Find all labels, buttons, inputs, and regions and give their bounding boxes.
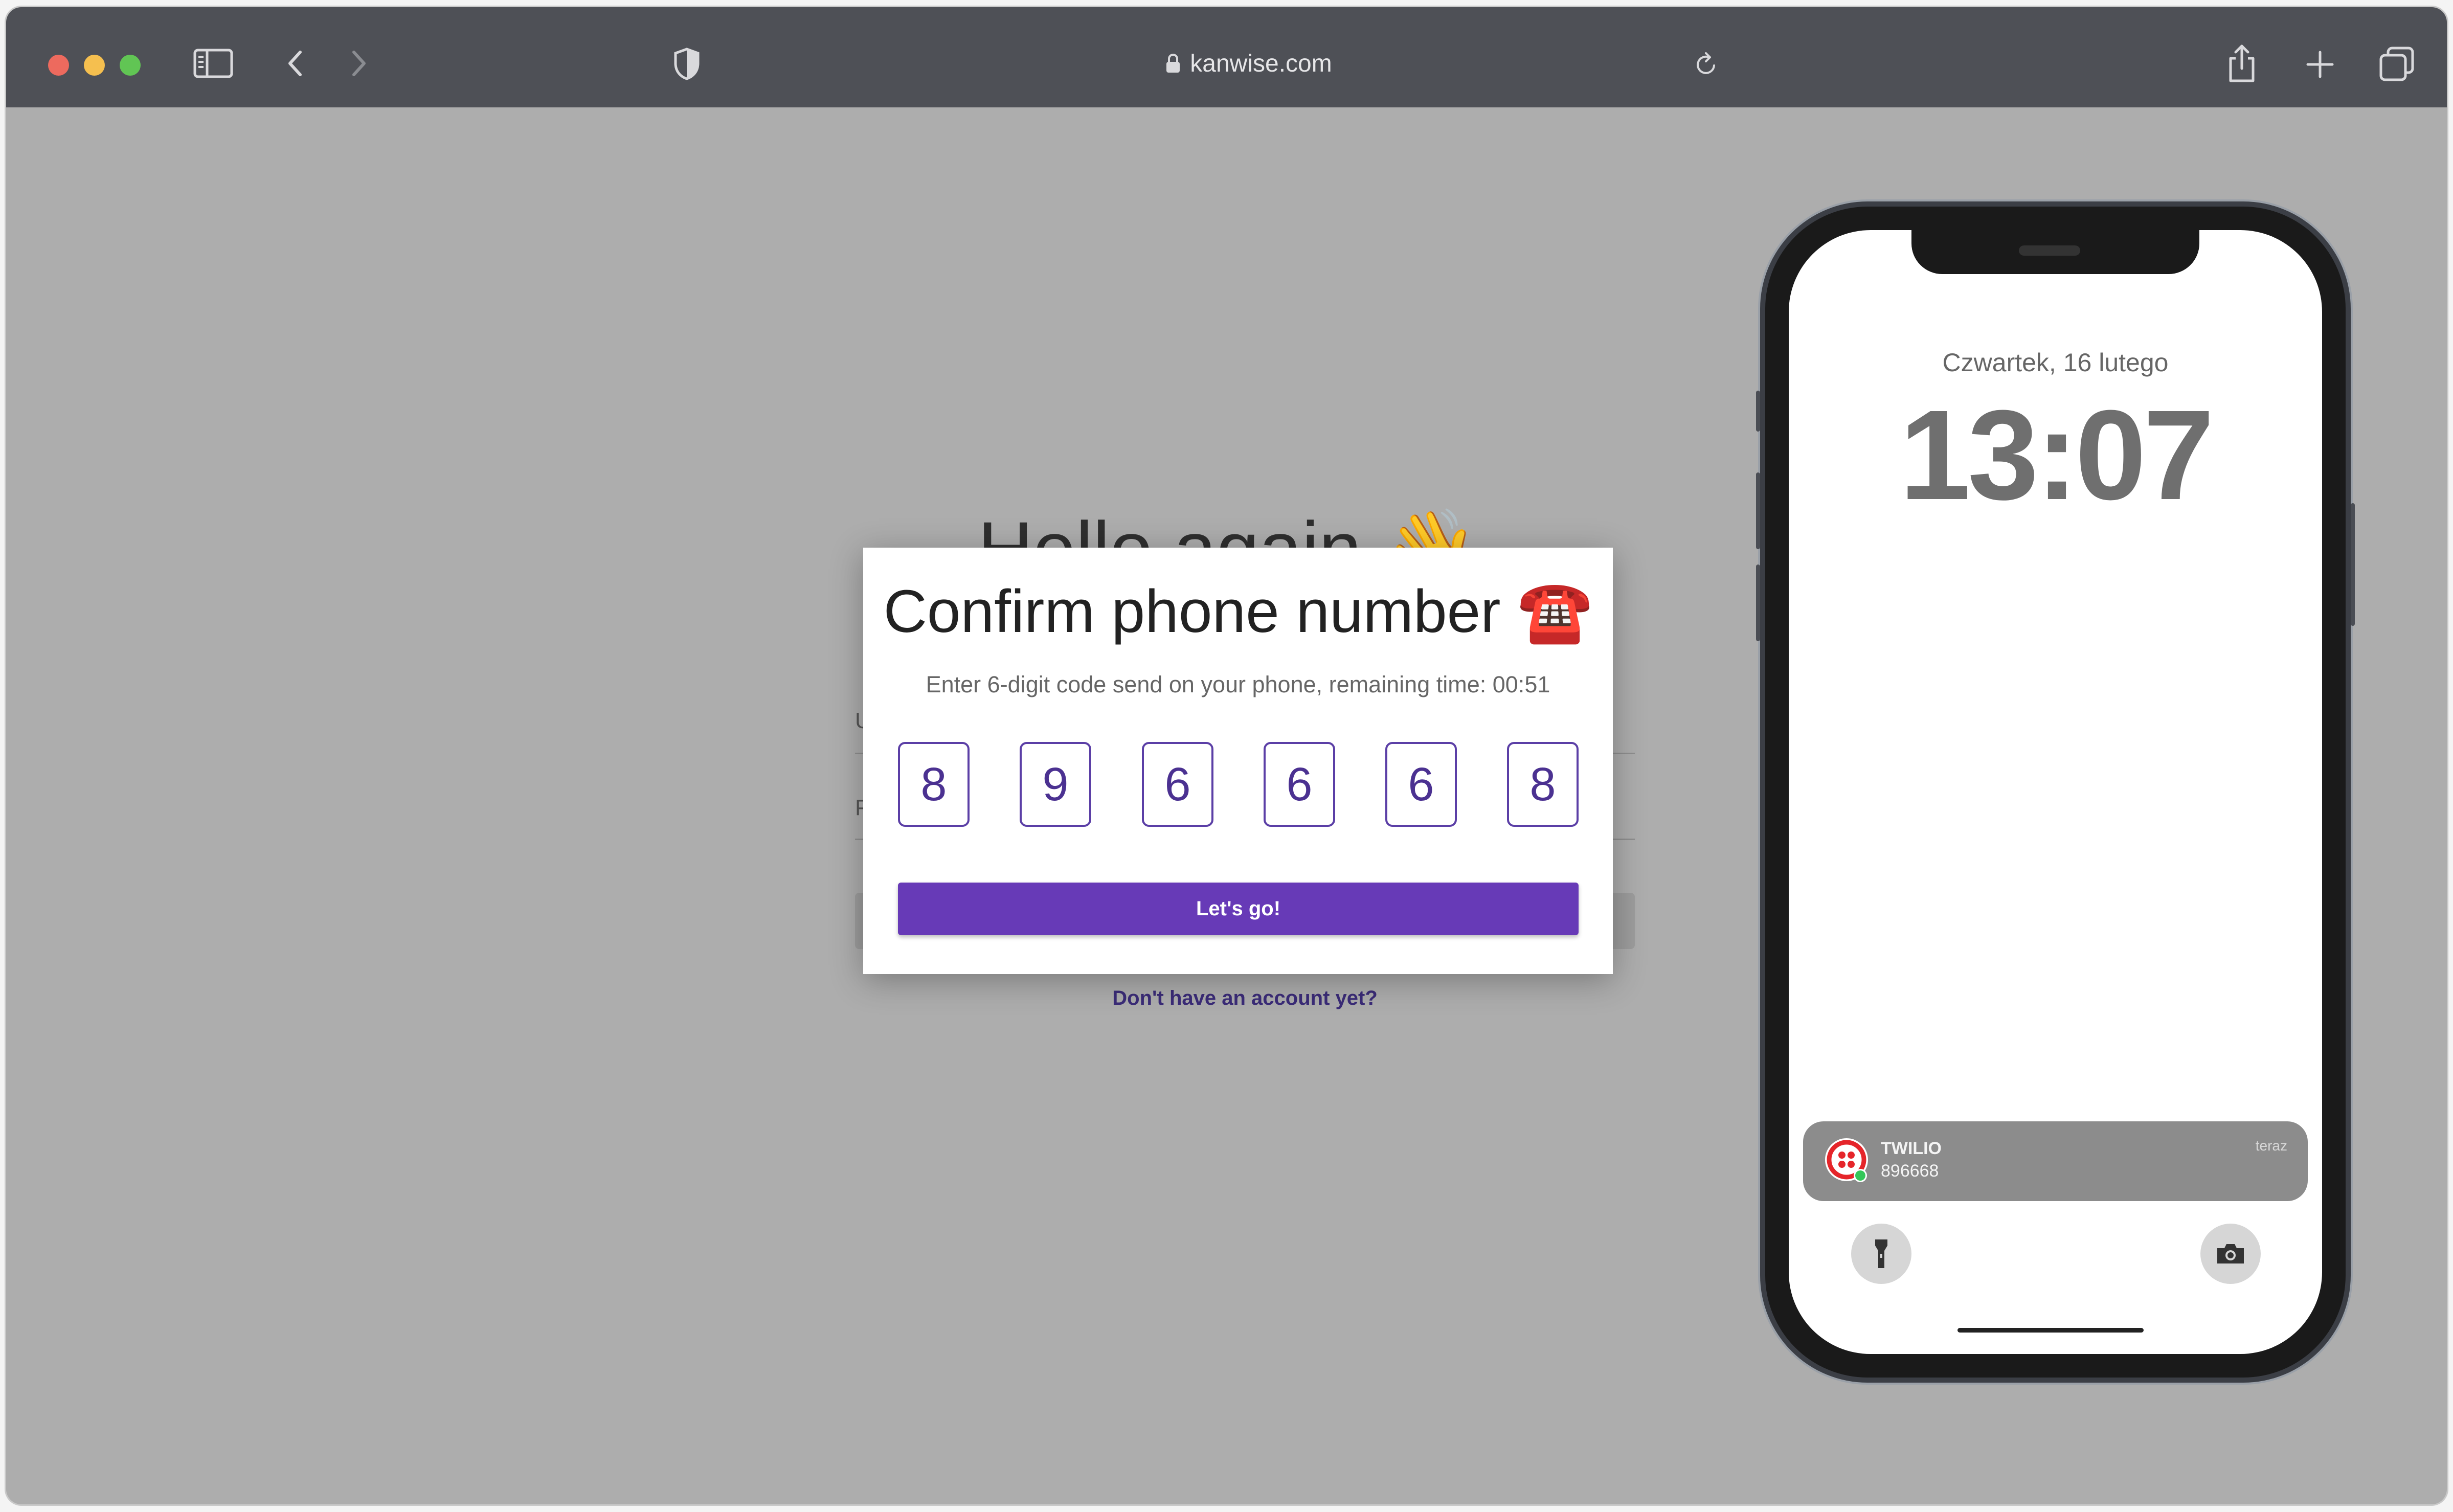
zoom-window-button[interactable] bbox=[120, 55, 141, 76]
phone-mute-switch bbox=[1756, 391, 1760, 432]
lock-screen-time: 13:07 bbox=[1899, 383, 2214, 526]
notification-time: teraz bbox=[2255, 1138, 2287, 1154]
code-digit-5[interactable]: 6 bbox=[1385, 742, 1457, 827]
submit-button[interactable]: Let's go! bbox=[898, 883, 1579, 935]
reload-icon[interactable] bbox=[1694, 50, 1719, 78]
phone-notch bbox=[1911, 230, 2199, 274]
chevron-right-icon[interactable] bbox=[349, 48, 369, 79]
flashlight-icon bbox=[1875, 1239, 1887, 1268]
lock-icon bbox=[1166, 54, 1180, 73]
code-digit-2[interactable]: 9 bbox=[1020, 742, 1091, 827]
signup-link[interactable]: Don't have an account yet? bbox=[855, 987, 1635, 1010]
url-text: kanwise.com bbox=[1190, 50, 1332, 77]
close-window-button[interactable] bbox=[48, 55, 69, 76]
tabs-overview-icon[interactable] bbox=[2379, 46, 2415, 82]
share-icon[interactable] bbox=[2225, 43, 2258, 84]
notification-message: 896668 bbox=[1881, 1161, 1939, 1181]
phone-speaker bbox=[2019, 245, 2080, 256]
modal-title: Confirm phone number ☎️ bbox=[883, 578, 1593, 645]
phone-power-button bbox=[2351, 503, 2355, 626]
address-bar[interactable]: kanwise.com bbox=[1106, 43, 1392, 84]
modal-subtitle: Enter 6-digit code send on your phone, r… bbox=[926, 671, 1550, 697]
flashlight-button[interactable] bbox=[1851, 1224, 1911, 1284]
lock-screen-date: Czwartek, 16 lutego bbox=[1942, 348, 2169, 377]
chevron-left-icon[interactable] bbox=[285, 48, 305, 79]
code-digit-4[interactable]: 6 bbox=[1264, 742, 1335, 827]
code-digit-3[interactable]: 6 bbox=[1142, 742, 1213, 827]
shield-icon[interactable] bbox=[672, 47, 701, 81]
sms-notification[interactable]: TWILIO 896668 teraz bbox=[1803, 1121, 2308, 1201]
lock-screen: Czwartek, 16 lutego 13:07 TWILIO 896668 … bbox=[1789, 230, 2322, 1354]
phone-volume-up bbox=[1756, 472, 1760, 549]
sidebar-icon[interactable] bbox=[193, 48, 234, 79]
twilio-app-icon bbox=[1825, 1138, 1868, 1182]
code-digit-6[interactable]: 8 bbox=[1507, 742, 1579, 827]
camera-icon bbox=[2217, 1244, 2244, 1263]
browser-toolbar: kanwise.com bbox=[6, 7, 2447, 107]
code-inputs: 8 9 6 6 6 8 bbox=[898, 742, 1579, 830]
confirm-phone-modal: Confirm phone number ☎️ Enter 6-digit co… bbox=[863, 548, 1613, 974]
phone-volume-down bbox=[1756, 565, 1760, 641]
browser-window: kanwise.com Hello again 👋 U P Don't have… bbox=[6, 7, 2447, 1504]
camera-button[interactable] bbox=[2200, 1224, 2261, 1284]
plus-icon[interactable] bbox=[2305, 49, 2335, 80]
notification-app-name: TWILIO bbox=[1881, 1139, 1942, 1158]
code-digit-1[interactable]: 8 bbox=[898, 742, 970, 827]
phone-mockup: Czwartek, 16 lutego 13:07 TWILIO 896668 … bbox=[1756, 207, 2355, 1378]
home-indicator[interactable] bbox=[1957, 1328, 2144, 1333]
minimize-window-button[interactable] bbox=[84, 55, 105, 76]
